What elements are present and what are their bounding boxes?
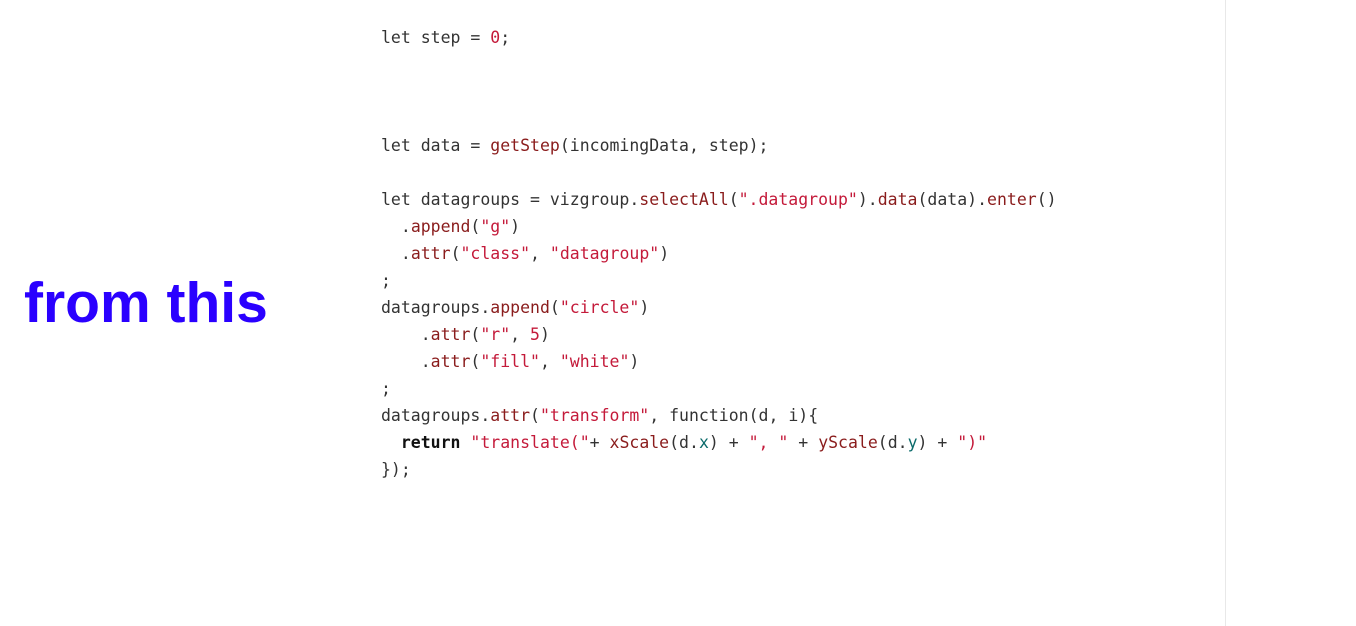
code-text: ) + xyxy=(708,433,749,452)
property-name: x xyxy=(698,433,709,452)
code-text: ( xyxy=(530,406,540,425)
code-text: ( xyxy=(450,244,461,263)
function-name: attr xyxy=(430,352,471,371)
code-text: , xyxy=(510,325,531,344)
code-line: let step = 0; xyxy=(381,24,510,51)
keyword: return xyxy=(400,433,461,452)
code-text: ( xyxy=(470,352,481,371)
code-line: datagroups.append("circle") xyxy=(381,294,649,321)
string-literal: "fill" xyxy=(480,352,540,371)
code-line: datagroups.attr("transform", function(d,… xyxy=(381,402,818,429)
string-literal: "g" xyxy=(480,217,511,236)
code-text: + xyxy=(589,433,610,452)
string-literal: "class" xyxy=(460,244,531,263)
function-name: append xyxy=(410,217,471,236)
code-text: (incomingData, step); xyxy=(559,136,769,155)
code-text: ( xyxy=(549,298,560,317)
code-text: ) xyxy=(539,325,550,344)
property-name: y xyxy=(907,433,918,452)
code-line: let data = getStep(incomingData, step); xyxy=(381,132,768,159)
code-text: , function(d, i){ xyxy=(649,406,819,425)
code-text: (d. xyxy=(669,433,699,452)
code-text: () xyxy=(1036,190,1057,209)
code-text: datagroups. xyxy=(381,298,491,317)
code-text: ( xyxy=(470,325,481,344)
code-text: let datagroups = vizgroup. xyxy=(381,190,640,209)
code-text: ) xyxy=(510,217,521,236)
code-text: ). xyxy=(857,190,878,209)
code-text: , xyxy=(530,244,550,263)
right-divider xyxy=(1225,0,1226,626)
function-name: data xyxy=(877,190,918,209)
string-literal: ", " xyxy=(748,433,789,452)
function-name: enter xyxy=(987,190,1037,209)
code-text: + xyxy=(788,433,819,452)
code-text: ) xyxy=(639,298,650,317)
string-literal: "translate(" xyxy=(470,433,590,452)
code-line: .attr("fill", "white") xyxy=(381,348,640,375)
code-text: datagroups. xyxy=(381,406,491,425)
code-text: let step = xyxy=(381,28,491,47)
code-text: . xyxy=(381,325,431,344)
code-text: ; xyxy=(381,379,391,398)
function-name: yScale xyxy=(818,433,878,452)
code-text: . xyxy=(381,244,411,263)
function-name: xScale xyxy=(609,433,670,452)
function-name: attr xyxy=(410,244,451,263)
code-text: ( xyxy=(470,217,481,236)
code-line: return "translate("+ xScale(d.x) + ", " … xyxy=(381,429,987,456)
string-literal: "r" xyxy=(480,325,511,344)
number-literal: 5 xyxy=(530,325,540,344)
string-literal: "circle" xyxy=(559,298,640,317)
code-line: let datagroups = vizgroup.selectAll(".da… xyxy=(381,186,1057,213)
code-text: ) xyxy=(659,244,670,263)
code-line: ; xyxy=(381,375,391,402)
code-line: .attr("class", "datagroup") xyxy=(381,240,669,267)
code-text: . xyxy=(381,352,431,371)
caption-text: from this xyxy=(24,271,268,335)
code-text: . xyxy=(381,217,411,236)
code-text: ) + xyxy=(917,433,958,452)
code-text: }); xyxy=(381,460,411,479)
function-name: attr xyxy=(490,406,531,425)
code-text: ) xyxy=(629,352,640,371)
string-literal: "white" xyxy=(559,352,630,371)
function-name: attr xyxy=(430,325,471,344)
number-literal: 0 xyxy=(490,28,501,47)
code-text: let data = xyxy=(381,136,491,155)
code-line: ; xyxy=(381,267,391,294)
code-line: .append("g") xyxy=(381,213,520,240)
string-literal: ".datagroup" xyxy=(738,190,858,209)
code-text: ; xyxy=(381,271,391,290)
code-text: ( xyxy=(728,190,739,209)
string-literal: "datagroup" xyxy=(549,244,660,263)
string-literal: ")" xyxy=(957,433,988,452)
string-literal: "transform" xyxy=(539,406,650,425)
code-text: (d. xyxy=(877,433,908,452)
function-name: append xyxy=(490,298,550,317)
code-line: }); xyxy=(381,456,411,483)
code-text: ; xyxy=(500,28,511,47)
code-text: , xyxy=(539,352,560,371)
function-name: getStep xyxy=(490,136,560,155)
code-text: (data). xyxy=(917,190,988,209)
function-name: selectAll xyxy=(639,190,729,209)
code-line: .attr("r", 5) xyxy=(381,321,550,348)
